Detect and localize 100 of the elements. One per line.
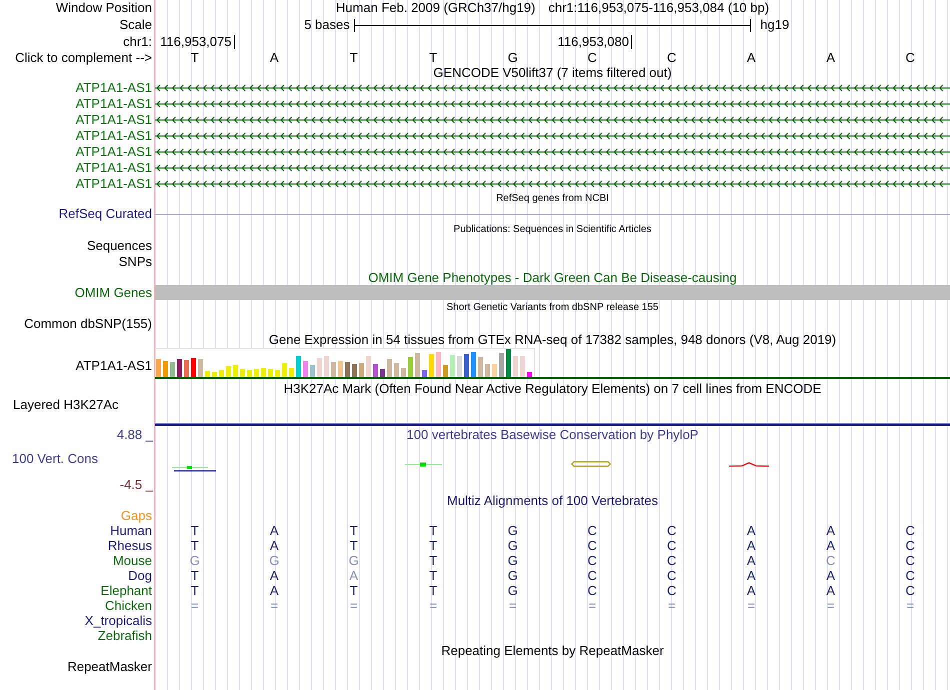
aligned-base: A [270,524,279,538]
track-title: Short Genetic Variants from dbSNP release 155 [446,302,658,314]
aligned-base: = [747,598,756,612]
base-letter[interactable]: A [270,50,279,64]
expression-bar [408,357,413,377]
aligned-base: C [667,538,676,552]
aligned-base: G [190,554,200,568]
aligned-base: T [350,584,358,598]
track-label[interactable]: ATP1A1-AS1 [76,358,152,372]
base-letter[interactable]: A [826,50,836,64]
expression-bar [471,352,476,377]
track-label[interactable]: Sequences [86,239,152,253]
aligned-base: C [906,584,915,598]
aligned-base: A [746,584,756,598]
track-title: Gene Expression in 54 tissues from GTEx RNA-seq of 17382 samples, 948 donors (V8, Aug 2019) [268,333,836,347]
aligned-base: C [906,524,915,538]
species-label: X_tropicalis [84,614,152,628]
base-letter[interactable]: T [350,50,358,64]
expression-bar [485,364,490,377]
expression-bar [268,369,273,377]
aligned-base: C [588,568,597,582]
base-letter[interactable]: T [190,50,199,64]
expression-bar [436,352,441,377]
track-label[interactable]: ATP1A1-AS1 [76,81,152,95]
base-letter[interactable]: C [906,50,915,64]
expression-bar [506,349,511,377]
expression-bar [233,365,238,377]
expression-bar [317,358,322,377]
track-label[interactable]: ATP1A1-AS1 [76,129,152,143]
aligned-base: C [826,554,836,568]
base-letter[interactable]: A [746,50,756,64]
species-label: Chicken [105,598,152,612]
axis-max-label: 4.88 _ [116,428,153,442]
expression-bar [380,369,385,377]
aligned-base: C [588,554,597,568]
aligned-base: A [746,538,756,552]
aligned-base: T [190,568,199,582]
track-label[interactable]: Common dbSNP(155) [24,317,152,331]
track-label[interactable]: Layered H3K27Ac [13,398,119,412]
track-label[interactable]: OMIM Genes [74,286,152,300]
expression-bar [373,364,378,377]
track-label[interactable]: ATP1A1-AS1 [76,145,152,159]
species-label: Dog [128,568,152,582]
track-title: 100 vertebrates Basewise Conservation by PhyloP [406,428,698,442]
aligned-base: C [588,524,597,538]
expression-bar [352,364,357,377]
expression-bar [331,362,336,377]
aligned-base: A [826,538,836,552]
track-title: RefSeq genes from NCBI [496,193,609,205]
expression-bar [310,365,315,377]
expression-bar [191,358,196,377]
species-label: Mouse [112,554,152,568]
aligned-base: C [906,568,915,582]
expression-bar [240,369,245,377]
track-label[interactable]: 100 Vert. Cons [12,452,98,466]
expression-bar [394,363,399,377]
track-label[interactable]: ATP1A1-AS1 [76,161,152,175]
track-title: GENCODE V50lift37 (7 items filtered out) [433,66,672,80]
track-label[interactable]: ATP1A1-AS1 [76,113,152,127]
aligned-base: T [429,584,438,598]
aligned-base: A [826,568,836,582]
track-label[interactable]: ATP1A1-AS1 [76,97,152,111]
expression-bar [387,359,392,377]
aligned-base: G [269,554,280,568]
base-letter[interactable]: C [588,50,597,64]
aligned-base: T [190,538,199,552]
peak-icon [728,462,768,467]
ring-icon [570,461,610,467]
track-label[interactable]: ATP1A1-AS1 [76,177,152,191]
aligned-base: C [588,538,597,552]
base-letter[interactable]: T [429,50,438,64]
aligned-base: = [826,598,835,612]
expression-bar [499,353,504,377]
aligned-base: T [429,524,438,538]
complement-link[interactable]: Click to complement --> [15,50,152,64]
expression-bar [338,361,343,377]
aligned-base: = [588,598,596,612]
expression-bar [464,354,469,377]
track-label[interactable]: SNPs [118,255,152,269]
species-label: Rhesus [108,538,152,552]
track-label[interactable]: RefSeq Curated [58,207,152,221]
track-label[interactable]: RepeatMasker [67,660,152,674]
row-label: Scale [119,18,152,32]
expression-bar [401,368,406,377]
track-title: Publications: Sequences in Scientific Articles [454,224,652,236]
base-letter[interactable]: C [667,50,676,64]
track-title: OMIM Gene Phenotypes - Dark Green Can Be Disease-causing [368,270,737,284]
species-label: Zebrafish [98,628,152,642]
expression-bar [324,356,329,377]
expression-bar [492,364,497,377]
aligned-base: A [349,568,358,582]
aligned-base: T [350,538,358,552]
expression-bar [212,372,217,377]
expression-bar [450,355,455,377]
aligned-base: T [350,524,358,538]
base-letter[interactable]: G [508,50,518,64]
species-label: Elephant [100,584,152,598]
aligned-base: A [270,538,279,552]
assembly-title: Human Feb. 2009 (GRCh37/hg19) [336,1,536,15]
aligned-base: A [826,524,836,538]
